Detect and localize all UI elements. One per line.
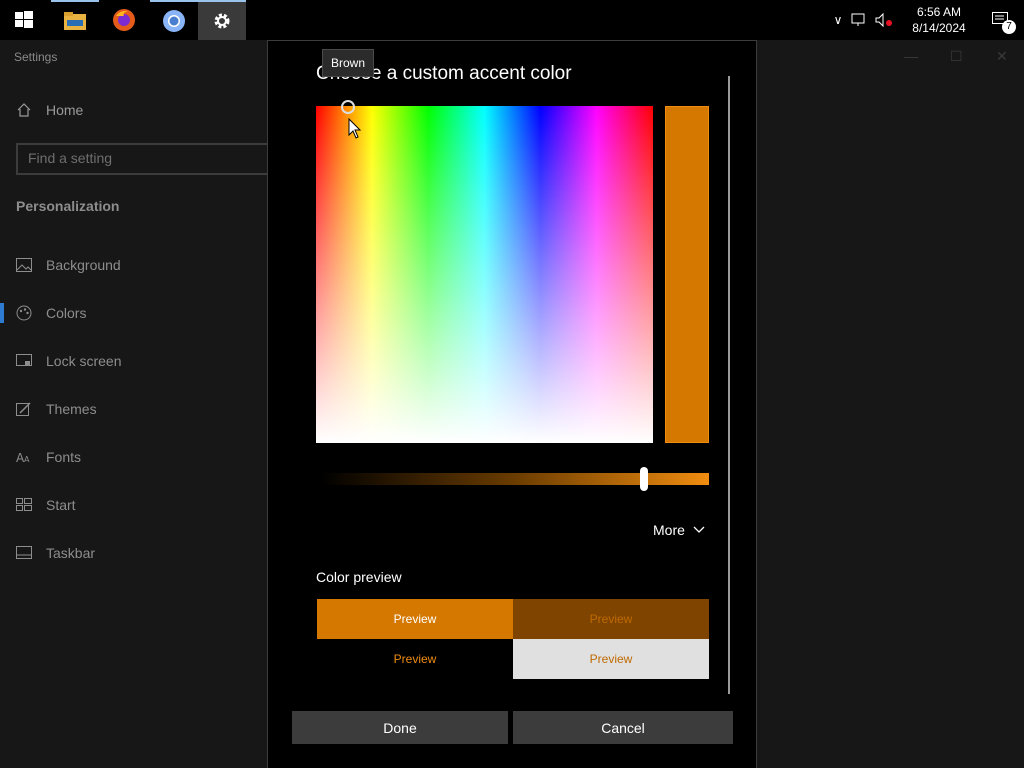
done-label: Done <box>383 719 417 736</box>
preview-light-bg: Preview <box>513 639 709 679</box>
nav-item-background[interactable]: Background <box>0 245 268 285</box>
network-icon[interactable] <box>850 12 874 28</box>
firefox-button[interactable] <box>100 0 148 40</box>
maximize-icon[interactable]: ☐ <box>950 48 963 65</box>
preview-text: Preview <box>393 652 437 666</box>
start-icon <box>16 498 32 511</box>
chevron-up-icon[interactable]: ∨ <box>826 13 850 27</box>
color-name-tooltip: Brown <box>322 49 375 77</box>
brightness-slider-thumb[interactable] <box>640 467 648 491</box>
home-nav-item[interactable]: Home <box>16 102 83 118</box>
nav-label: Background <box>46 257 121 273</box>
nav-item-lock-screen[interactable]: Lock screen <box>0 341 268 381</box>
search-placeholder: Find a setting <box>28 150 113 166</box>
search-input[interactable]: Find a setting <box>16 143 286 175</box>
home-label: Home <box>46 102 84 118</box>
preview-dark-bg: Preview <box>513 599 709 639</box>
color-picker-handle[interactable] <box>341 100 355 114</box>
nav-item-taskbar[interactable]: Taskbar <box>0 533 268 573</box>
nav-item-start[interactable]: Start <box>0 485 268 525</box>
notification-badge: 7 <box>1002 20 1016 34</box>
done-button[interactable]: Done <box>292 711 508 744</box>
nav-item-colors[interactable]: Colors <box>0 293 268 333</box>
preview-text: Preview <box>393 612 437 626</box>
taskbar-icon <box>16 546 32 559</box>
color-preview-label: Color preview <box>316 569 402 585</box>
settings-taskbar-button[interactable] <box>198 0 246 40</box>
windows-logo-icon <box>15 11 33 28</box>
mouse-cursor-icon <box>348 118 362 139</box>
preview-black-bg: Preview <box>317 639 513 679</box>
brightness-slider[interactable] <box>320 473 709 485</box>
start-button[interactable] <box>0 0 48 40</box>
color-spectrum[interactable] <box>316 100 653 443</box>
action-center-button[interactable]: 7 <box>978 0 1024 40</box>
firefox-icon <box>113 9 135 31</box>
settings-window-title: Settings <box>14 50 58 64</box>
system-tray: ∨ 6:56 AM 8/14/2024 7 <box>826 0 1024 40</box>
nav-label: Colors <box>46 305 87 321</box>
clock[interactable]: 6:56 AM 8/14/2024 <box>900 4 978 36</box>
gear-icon <box>214 13 230 29</box>
preview-accent-bg: Preview <box>317 599 513 639</box>
svg-text:A: A <box>24 455 30 464</box>
nav-label: Themes <box>46 401 97 417</box>
chevron-down-icon <box>693 526 705 533</box>
nav-label: Taskbar <box>46 545 96 561</box>
selection-indicator <box>0 303 4 323</box>
font-icon: AA <box>16 451 30 464</box>
folder-icon <box>64 12 86 30</box>
brush-icon <box>16 402 31 416</box>
selected-color-swatch <box>665 106 709 443</box>
nav-item-fonts[interactable]: AA Fonts <box>0 437 268 477</box>
nav-label: Start <box>46 497 76 513</box>
home-icon <box>17 103 31 117</box>
clock-date: 8/14/2024 <box>912 21 966 35</box>
preview-text: Preview <box>589 612 633 626</box>
file-explorer-button[interactable] <box>51 0 99 40</box>
more-label: More <box>653 522 685 538</box>
section-heading: Personalization <box>16 198 120 214</box>
volume-muted-icon[interactable] <box>874 12 900 28</box>
nav-item-themes[interactable]: Themes <box>0 389 268 429</box>
picture-icon <box>16 258 32 272</box>
palette-icon <box>16 305 32 321</box>
chrome-icon <box>163 10 185 32</box>
more-button[interactable]: More <box>653 522 705 538</box>
clock-time: 6:56 AM <box>916 5 962 19</box>
cancel-button[interactable]: Cancel <box>513 711 733 744</box>
nav-label: Lock screen <box>46 353 122 369</box>
minimize-icon[interactable]: — <box>904 48 918 64</box>
taskbar: ∨ 6:56 AM 8/14/2024 7 <box>0 0 1024 40</box>
cancel-label: Cancel <box>601 719 645 736</box>
scrollbar[interactable] <box>728 76 730 694</box>
nav-label: Fonts <box>46 449 82 465</box>
lock-screen-icon <box>16 354 32 366</box>
chrome-button[interactable] <box>150 0 198 40</box>
preview-text: Preview <box>589 652 633 666</box>
custom-color-dialog: Choose a custom accent color Brown More … <box>267 40 757 768</box>
close-icon[interactable]: ✕ <box>996 48 1008 65</box>
